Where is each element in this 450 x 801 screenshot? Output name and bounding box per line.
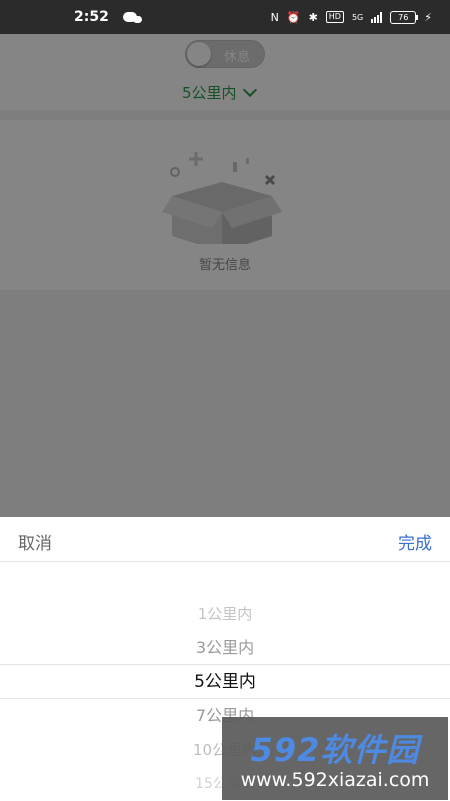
status-bar: 2:52 N ⏰ ✱ HD 5G 76 ⚡ [0, 0, 450, 34]
cancel-button[interactable]: 取消 [18, 529, 52, 554]
sheet-header: 取消 完成 [0, 517, 450, 562]
picker-option[interactable]: 3公里内 [0, 631, 450, 665]
status-time: 2:52 [74, 9, 109, 25]
picker-option-selected[interactable]: 5公里内 [0, 665, 450, 699]
done-button[interactable]: 完成 [398, 529, 432, 554]
watermark-url: www.592xiazai.com [240, 769, 430, 791]
network-type: 5G [351, 12, 364, 22]
wechat-icon [122, 12, 142, 23]
picker-option[interactable]: 1公里内 [0, 597, 450, 631]
status-icons: N ⏰ ✱ HD 5G 76 ⚡ [270, 10, 432, 24]
charging-icon: ⚡ [424, 10, 432, 24]
nfc-icon: N [270, 10, 279, 24]
watermark: 592软件园 www.592xiazai.com [222, 717, 448, 800]
watermark-logo: 592软件园 [250, 731, 420, 769]
bluetooth-icon: ✱ [308, 10, 318, 24]
battery-icon: 76 [390, 10, 419, 24]
signal-icon [371, 11, 383, 23]
battery-level: 76 [398, 12, 409, 22]
alarm-icon: ⏰ [286, 10, 301, 24]
hd-icon: HD [325, 11, 344, 23]
dim-overlay[interactable] [0, 34, 450, 517]
